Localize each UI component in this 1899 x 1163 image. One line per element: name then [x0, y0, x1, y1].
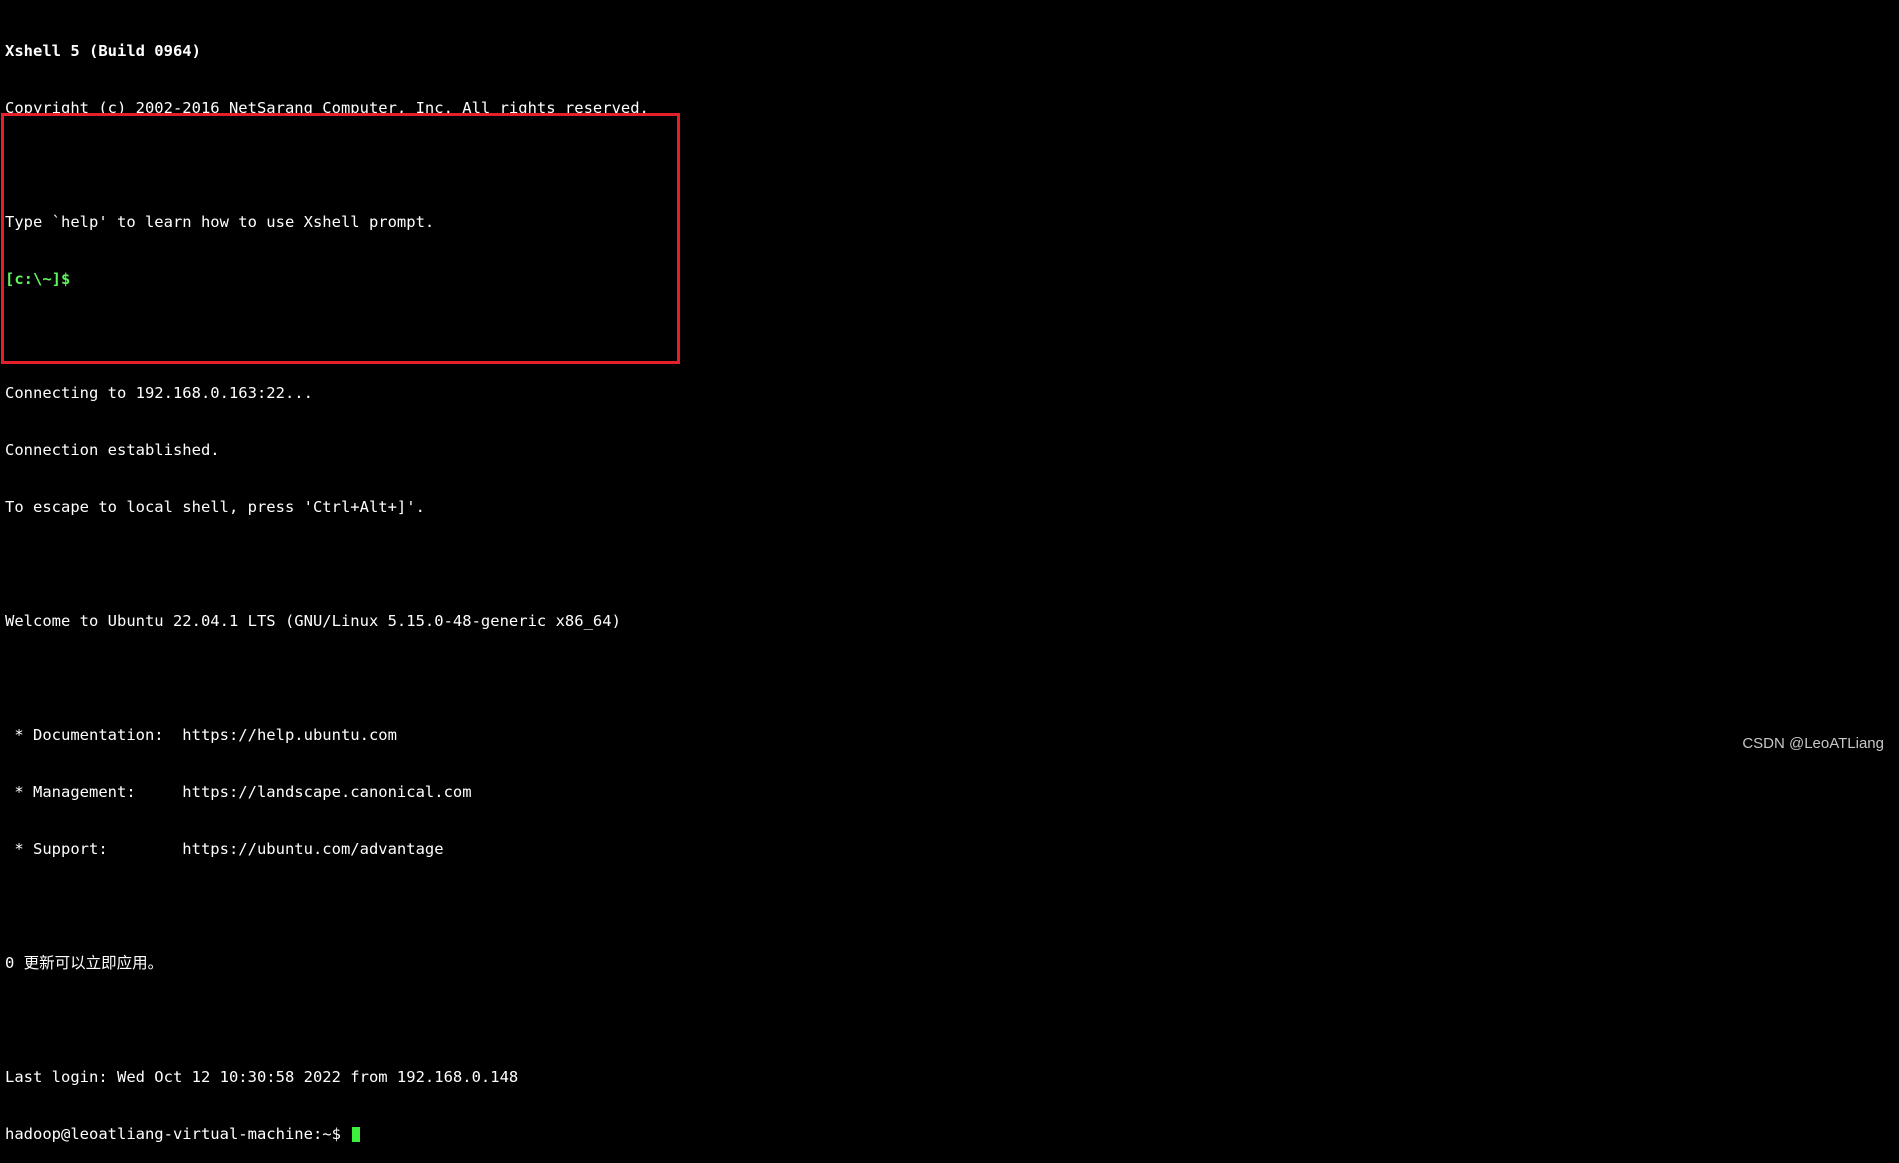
copyright-line: Copyright (c) 2002-2016 NetSarang Comput… [5, 99, 649, 117]
welcome-line: Welcome to Ubuntu 22.04.1 LTS (GNU/Linux… [5, 612, 621, 630]
text-cursor [352, 1127, 361, 1142]
watermark-text: CSDN @LeoATLiang [1742, 735, 1884, 752]
escape-hint-line: To escape to local shell, press 'Ctrl+Al… [5, 498, 425, 516]
help-hint-line: Type `help' to learn how to use Xshell p… [5, 213, 435, 231]
updates-line: 0 更新可以立即应用。 [5, 954, 164, 972]
connecting-line: Connecting to 192.168.0.163:22... [5, 384, 313, 402]
connection-established-line: Connection established. [5, 441, 220, 459]
last-login-line: Last login: Wed Oct 12 10:30:58 2022 fro… [5, 1068, 519, 1086]
banner-title: Xshell 5 (Build 0964) [5, 42, 201, 60]
management-line: * Management: https://landscape.canonica… [5, 783, 472, 801]
documentation-line: * Documentation: https://help.ubuntu.com [5, 726, 397, 744]
local-shell-prompt: [c:\~]$ [5, 270, 71, 288]
remote-prompt-line[interactable]: hadoop@leoatliang-virtual-machine:~$ [5, 1125, 649, 1144]
remote-shell-prompt: hadoop@leoatliang-virtual-machine:~$ [5, 1125, 351, 1143]
terminal-output[interactable]: Xshell 5 (Build 0964) Copyright (c) 2002… [5, 4, 649, 1163]
support-line: * Support: https://ubuntu.com/advantage [5, 840, 444, 858]
